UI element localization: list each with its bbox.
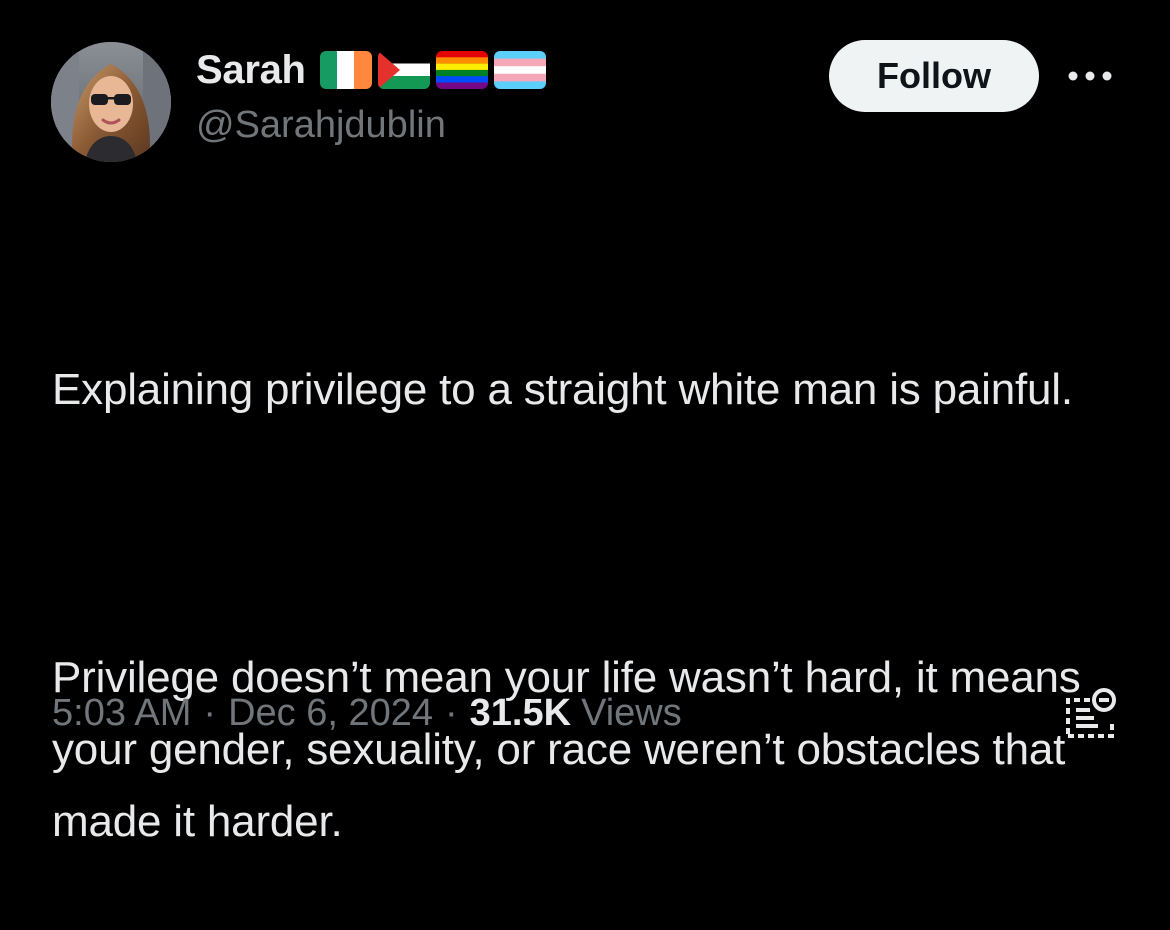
avatar[interactable] [51,42,171,162]
view-analytics-button[interactable] [1060,684,1120,744]
display-name[interactable]: Sarah [196,48,306,93]
avatar-image [51,42,171,162]
palestine-flag-icon [377,51,430,89]
meta-separator: · [203,691,217,734]
user-handle[interactable]: @Sarahjdublin [196,104,446,147]
more-options-icon [1068,71,1112,81]
tweet-date[interactable]: Dec 6, 2024 [228,692,433,735]
flag-emoji-group [319,51,546,89]
follow-button[interactable]: Follow [829,40,1039,112]
views-label: Views [581,691,682,734]
analytics-icon [1066,688,1116,738]
tweet-paragraph: Explaining privilege to a straight white… [52,365,1073,414]
transgender-flag-icon [493,51,546,89]
tweet-time[interactable]: 5:03 AM [52,692,191,735]
ireland-flag-icon [319,51,372,89]
tweet-meta: 5:03 AM · Dec 6, 2024 · 31.5K Views [52,685,682,741]
author-name-row: Sarah [196,44,546,96]
tweet-paragraph: Privilege doesn’t mean your life wasn’t … [52,653,1093,846]
rainbow-pride-flag-icon [435,51,488,89]
views-count: 31.5K [469,691,572,734]
tweet-text: Explaining privilege to a straight white… [52,210,1142,930]
more-options-button[interactable] [1064,58,1116,94]
meta-separator: · [445,691,458,734]
